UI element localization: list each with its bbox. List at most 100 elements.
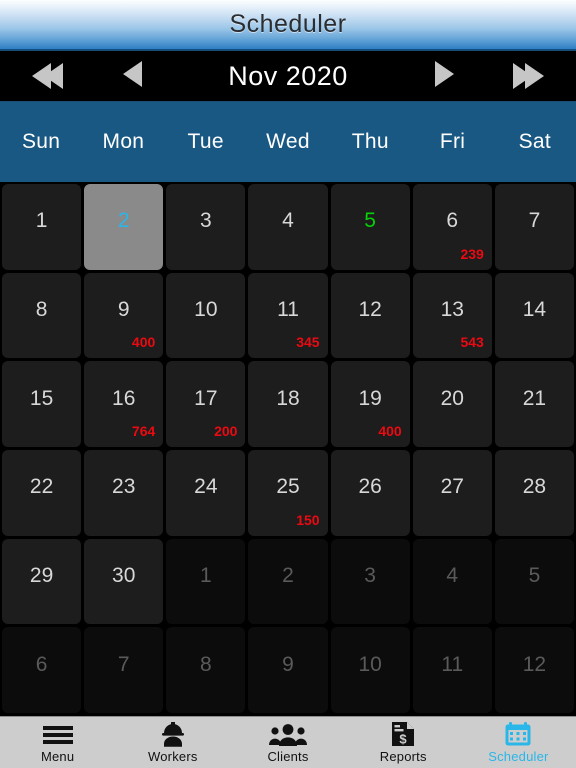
calendar-day-cell[interactable]: 17 200: [166, 361, 246, 448]
weekday-label-sat: Sat: [518, 130, 552, 153]
day-number: 1: [35, 209, 48, 233]
double-left-arrow-icon: [32, 63, 63, 89]
calendar-day-cell[interactable]: 23: [84, 450, 164, 536]
calendar-day-cell[interactable]: 29: [2, 538, 82, 625]
day-amount: 764: [131, 423, 156, 440]
calendar-day-cell[interactable]: 16 764: [84, 361, 164, 448]
calendar-day-cell[interactable]: 4: [412, 538, 492, 625]
calendar-day-cell[interactable]: 9 400: [84, 272, 164, 359]
calendar-day-cell[interactable]: 8: [166, 627, 246, 714]
calendar-day-cell[interactable]: 30: [84, 538, 164, 625]
weekday-label-wed: Wed: [266, 130, 310, 153]
right-arrow-icon: [434, 60, 454, 92]
month-navigation-bar: Nov 2020: [0, 50, 576, 102]
calendar-day-cell[interactable]: 12: [494, 627, 574, 714]
calendar-day-cell[interactable]: 24: [166, 450, 246, 536]
day-number: 10: [194, 298, 218, 321]
tab-label-workers: Workers: [148, 749, 198, 764]
prev-month-button[interactable]: [88, 51, 176, 101]
calendar-day-cell[interactable]: 18: [248, 361, 328, 448]
calendar-day-cell[interactable]: 2: [248, 538, 328, 625]
tab-reports[interactable]: $ Reports: [346, 717, 461, 768]
svg-text:$: $: [400, 732, 408, 747]
day-number: 23: [112, 475, 136, 499]
calendar-day-cell[interactable]: 8: [2, 272, 82, 359]
day-number: 7: [528, 209, 541, 233]
day-number: 12: [358, 298, 382, 321]
weekday-label-sun: Sun: [22, 130, 61, 153]
day-number: 5: [364, 209, 376, 233]
day-number: 14: [522, 298, 547, 321]
calendar-week-row: 8 9 400 10 11 345 12 13 543 14: [2, 272, 574, 359]
tab-workers[interactable]: Workers: [115, 717, 230, 768]
calendar-day-cell[interactable]: 26: [330, 450, 410, 536]
calendar-day-cell[interactable]: 5: [330, 184, 410, 270]
weekday-header-row: Sun Mon Tue Wed Thu Fri Sat: [0, 102, 576, 182]
calendar-day-cell[interactable]: 5: [494, 538, 574, 625]
weekday-label-mon: Mon: [102, 130, 145, 153]
day-number: 21: [522, 386, 547, 410]
calendar-grid: 1 2 3 4 5 6 239 7 8 9 400 10 11 345 12 13 543 14 15 16 764 17…: [0, 182, 576, 716]
day-number: 3: [200, 209, 212, 233]
day-number: 1: [200, 564, 212, 588]
calendar-day-cell[interactable]: 10: [330, 627, 410, 714]
calendar-day-cell[interactable]: 19 400: [330, 361, 410, 448]
day-number: 11: [277, 298, 299, 321]
day-number: 4: [446, 564, 459, 588]
calendar-day-cell[interactable]: 10: [166, 272, 246, 359]
calendar-day-cell[interactable]: 2: [84, 184, 164, 270]
calendar-day-cell[interactable]: 7: [84, 627, 164, 714]
calendar-day-cell[interactable]: 9: [248, 627, 328, 714]
calendar-day-cell[interactable]: 27: [412, 450, 492, 536]
day-amount: 239: [460, 245, 484, 262]
tab-label-reports: Reports: [379, 749, 427, 764]
day-number: 10: [358, 652, 382, 676]
day-number: 19: [358, 386, 382, 410]
calendar-day-cell[interactable]: 6: [2, 627, 82, 714]
calendar-day-cell[interactable]: 4: [248, 184, 328, 270]
day-number: 17: [194, 386, 218, 410]
day-number: 28: [522, 475, 547, 499]
calendar-day-cell[interactable]: 12: [330, 272, 410, 359]
calendar-day-cell[interactable]: 20: [412, 361, 492, 448]
day-amount: 543: [460, 334, 484, 351]
calendar-day-cell[interactable]: 13 543: [412, 272, 492, 359]
calendar-day-cell[interactable]: 11 345: [248, 272, 328, 359]
next-year-button[interactable]: [488, 51, 576, 101]
calendar-week-row: 29 30 1 2 3 4 5: [2, 538, 574, 625]
tab-clients[interactable]: Clients: [230, 717, 345, 768]
next-month-button[interactable]: [400, 51, 488, 101]
calendar-day-cell[interactable]: 25 150: [248, 450, 328, 536]
app-title-bar: Scheduler: [0, 0, 576, 50]
people-group-icon: [268, 721, 308, 747]
calendar-day-cell[interactable]: 6 239: [412, 184, 492, 270]
day-number: 15: [29, 386, 54, 410]
day-amount: 400: [378, 423, 402, 440]
calendar-day-cell[interactable]: 1: [2, 184, 82, 270]
calendar-day-cell[interactable]: 7: [494, 184, 574, 270]
day-number: 13: [440, 298, 464, 321]
prev-year-button[interactable]: [0, 51, 88, 101]
calendar-day-cell[interactable]: 3: [330, 538, 410, 625]
day-number: 2: [282, 564, 294, 588]
day-number: 7: [117, 652, 130, 676]
day-amount: 400: [131, 334, 156, 351]
left-arrow-icon: [122, 60, 142, 92]
day-amount: 200: [214, 423, 238, 440]
calendar-day-cell[interactable]: 1: [166, 538, 246, 625]
day-number: 8: [35, 298, 48, 321]
calendar-day-cell[interactable]: 22: [2, 450, 82, 536]
calendar-day-cell[interactable]: 11: [412, 627, 492, 714]
calendar-day-cell[interactable]: 3: [166, 184, 246, 270]
calendar-week-row: 1 2 3 4 5 6 239 7: [2, 184, 574, 270]
calendar-day-cell[interactable]: 21: [494, 361, 574, 448]
calendar-day-cell[interactable]: 14: [494, 272, 574, 359]
tab-scheduler[interactable]: Scheduler: [461, 717, 576, 768]
day-number: 27: [440, 475, 464, 499]
tab-menu[interactable]: Menu: [0, 717, 115, 768]
calendar-week-row: 15 16 764 17 200 18 19 400 20 21: [2, 361, 574, 448]
calendar-day-cell[interactable]: 28: [494, 450, 574, 536]
day-number: 9: [282, 652, 294, 676]
calendar-day-cell[interactable]: 15: [2, 361, 82, 448]
weekday-label-fri: Fri: [439, 130, 466, 153]
